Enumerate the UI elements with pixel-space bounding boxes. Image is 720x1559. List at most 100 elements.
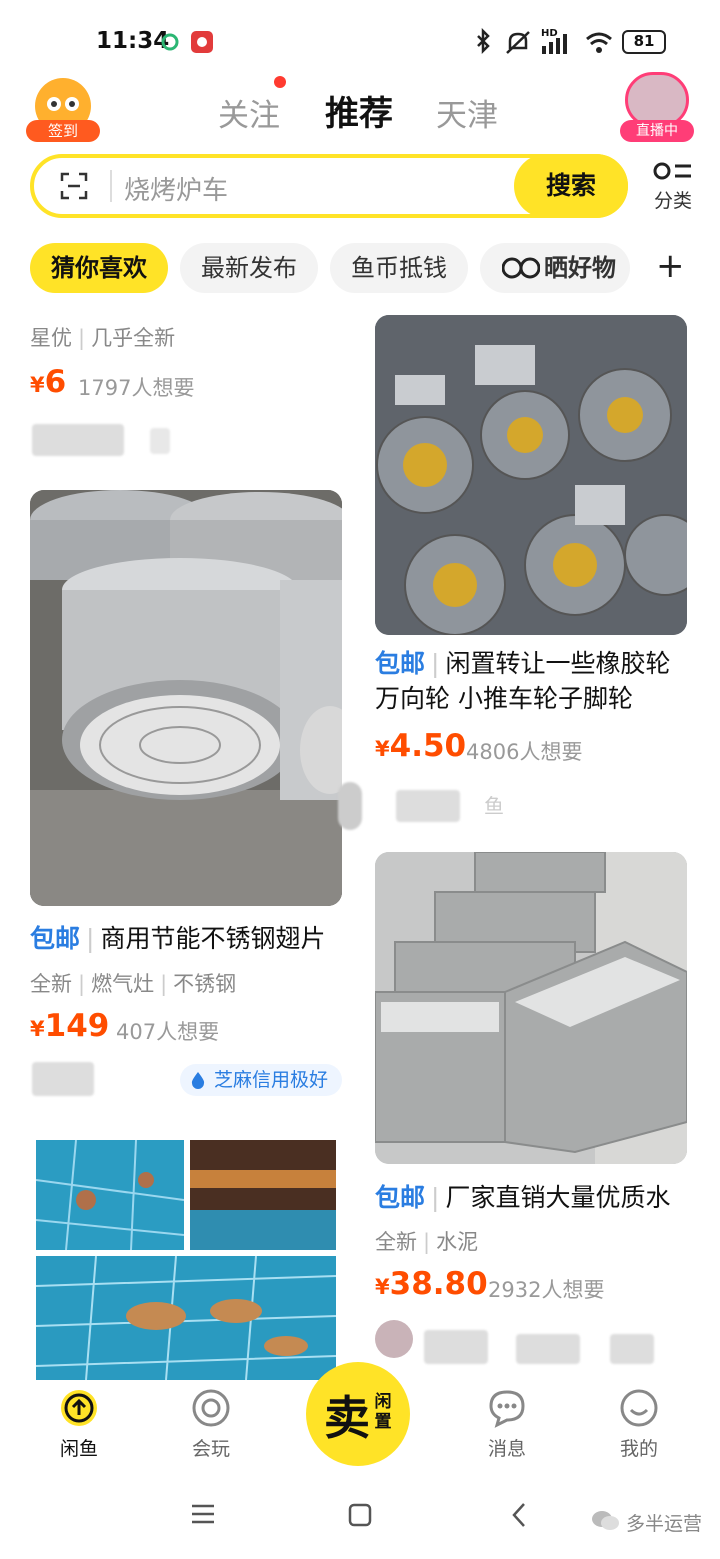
credit-badge: 芝麻信用极好: [180, 1064, 343, 1096]
product-price: ¥149: [30, 1008, 110, 1044]
sell-button[interactable]: 卖 闲置: [306, 1362, 410, 1466]
free-shipping-tag: 包邮: [30, 924, 81, 953]
meta-tag: 水泥: [436, 1230, 479, 1254]
nav-label: 闲鱼: [59, 1438, 98, 1460]
back-icon[interactable]: [510, 1501, 528, 1529]
search-button[interactable]: 搜索: [514, 154, 628, 218]
sync-icon: [161, 33, 179, 51]
casters-photo: [375, 315, 687, 635]
battery-level: 81: [633, 32, 655, 50]
add-chip-button[interactable]: +: [656, 246, 685, 286]
seller-name-blurred: [150, 428, 170, 454]
product-image-casters[interactable]: [375, 315, 687, 635]
seller-name: 鱼: [484, 794, 504, 818]
seller-avatar-blurred: [32, 424, 124, 456]
tab-follow[interactable]: 关注: [218, 90, 280, 135]
seller-avatar[interactable]: [375, 1320, 413, 1358]
mute-icon: [506, 31, 530, 54]
product-meta: 全新 | 燃气灶 | 不锈钢: [30, 972, 237, 996]
sell-sub-label: 闲置: [374, 1392, 392, 1432]
bluetooth-icon: [477, 28, 490, 55]
wifi-icon: [586, 32, 612, 53]
free-shipping-tag: 包邮: [375, 1183, 426, 1212]
menu-icon[interactable]: [190, 1503, 216, 1525]
home-icon[interactable]: [348, 1503, 372, 1527]
top-header: 签到 关注 推荐 天津 直播中: [0, 70, 720, 150]
show-goods-icon: [502, 257, 540, 279]
app-notification-icon: [191, 31, 213, 53]
want-count: 4806人想要: [466, 740, 583, 764]
nav-label: 消息: [487, 1438, 526, 1460]
product-image-stainless-pot[interactable]: [30, 490, 342, 906]
product-image-restaurant[interactable]: [190, 1140, 336, 1250]
category-label: 分类: [653, 190, 692, 212]
credit-label: 芝麻信用极好: [214, 1069, 329, 1091]
product-title-text: 商用节能不锈钢翅片: [100, 924, 326, 953]
live-label: 直播中: [620, 120, 694, 142]
nav-huiwan[interactable]: 会玩: [166, 1388, 256, 1461]
scan-icon[interactable]: [60, 172, 88, 200]
sell-main-label: 卖: [324, 1391, 370, 1445]
signin-button[interactable]: 签到: [26, 72, 100, 142]
tab-recommend[interactable]: 推荐: [325, 86, 393, 135]
chip-latest[interactable]: 最新发布: [180, 243, 318, 293]
meta-tag: 燃气灶: [91, 972, 155, 996]
nav-messages[interactable]: 消息: [462, 1388, 552, 1461]
seller-info-blurred: [610, 1334, 654, 1364]
chip-fish-coin[interactable]: 鱼币抵钱: [330, 243, 468, 293]
seafood-photo: [36, 1140, 184, 1250]
status-bar: 11:34 HD 81: [0, 0, 720, 78]
seller-avatar-blurred: [396, 790, 460, 822]
drop-icon: [191, 1072, 205, 1089]
meta-tag: 全新: [30, 972, 72, 996]
meta-tag: 星优: [30, 326, 72, 350]
product-title[interactable]: 包邮 | 闲置转让一些橡胶轮万向轮 小推车轮子脚轮: [375, 646, 687, 716]
product-title[interactable]: 包邮 | 厂家直销大量优质水: [375, 1180, 687, 1215]
seller-info-blurred: [516, 1334, 580, 1364]
follow-badge-dot: [274, 76, 286, 88]
pot-photo: [30, 490, 342, 906]
category-button[interactable]: 分类: [648, 160, 698, 214]
seller-avatar-blurred: [338, 782, 362, 830]
want-count: 407人想要: [116, 1020, 220, 1044]
status-time: 11:34: [96, 28, 170, 54]
system-nav-bar: 多半运营: [0, 1475, 720, 1559]
live-button[interactable]: 直播中: [620, 72, 694, 142]
chat-bubble-icon: [489, 1390, 525, 1428]
watermark-label: 多半运营: [626, 1513, 703, 1535]
product-image-cement-planters[interactable]: [375, 852, 687, 1164]
product-meta: 全新 | 水泥: [375, 1230, 479, 1254]
product-image-seafood-closeup[interactable]: [36, 1256, 336, 1380]
target-icon: [192, 1389, 230, 1427]
category-icon: [653, 162, 691, 180]
restaurant-photo: [190, 1140, 336, 1250]
chip-show-goods-label: 晒好物: [544, 254, 616, 282]
search-divider: [110, 170, 112, 202]
nav-label: 我的: [619, 1438, 658, 1460]
arrow-up-circle-icon: [61, 1390, 97, 1426]
planters-photo: [375, 852, 687, 1164]
wechat-icon: [592, 1511, 619, 1530]
product-title-text: 厂家直销大量优质水: [445, 1183, 671, 1212]
nav-label: 会玩: [191, 1438, 230, 1460]
product-image-seafood-tank[interactable]: [36, 1140, 184, 1250]
free-shipping-tag: 包邮: [375, 649, 426, 678]
meta-tag: 全新: [375, 1230, 417, 1254]
seller-avatar-blurred: [32, 1062, 94, 1096]
search-bar[interactable]: 烧烤炉车 搜索: [30, 154, 628, 218]
nav-mine[interactable]: 我的: [594, 1388, 684, 1461]
signal-icon: [542, 34, 567, 54]
product-title[interactable]: 包邮 | 商用节能不锈钢翅片: [30, 921, 342, 956]
meta-tag: 不锈钢: [173, 972, 237, 996]
nav-xianyu[interactable]: 闲鱼: [34, 1388, 124, 1461]
meta-tag: 几乎全新: [91, 326, 176, 350]
seller-name-blurred: [424, 1330, 488, 1364]
smile-icon: [620, 1389, 658, 1427]
search-input[interactable]: 烧烤炉车: [124, 170, 228, 207]
product-price: ¥4.50: [375, 728, 467, 764]
tab-tianjin[interactable]: 天津: [436, 90, 498, 135]
product-price: ¥38.80: [375, 1266, 488, 1302]
chip-show-goods[interactable]: 晒好物: [480, 243, 630, 293]
want-count: 2932人想要: [488, 1278, 605, 1302]
chip-guess-you-like[interactable]: 猜你喜欢: [30, 243, 168, 293]
